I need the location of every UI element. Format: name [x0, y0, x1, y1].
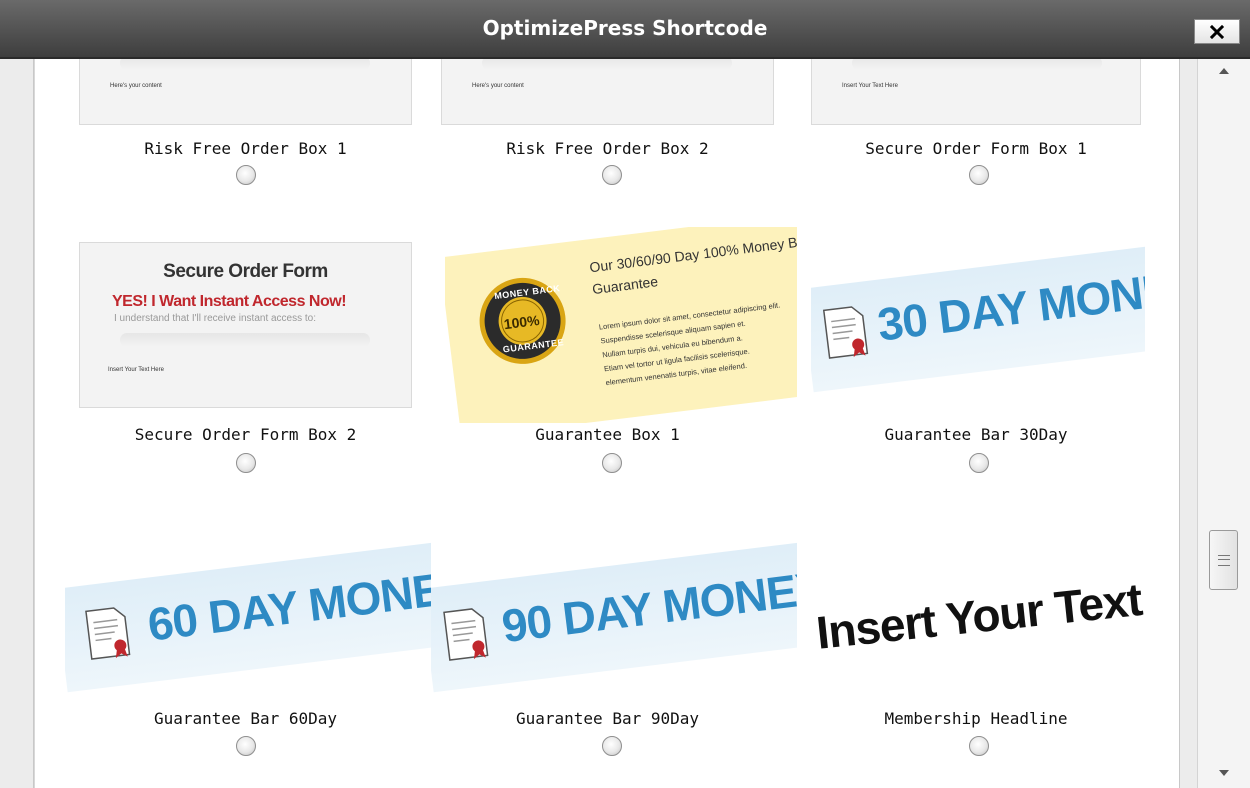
item-radio[interactable] — [969, 453, 989, 473]
certificate-icon — [443, 608, 489, 661]
item-preview[interactable]: 90 DAY MONEY BACK — [431, 519, 797, 694]
band-text: 30 DAY MONEY BACK — [874, 242, 1145, 351]
item-radio[interactable] — [602, 453, 622, 473]
item-radio[interactable] — [602, 165, 622, 185]
item-preview[interactable]: Secure Order Form YES! I Want Instant Ac… — [79, 242, 412, 408]
preview-text: Insert Your Text Here — [108, 367, 164, 373]
item-radio[interactable] — [236, 165, 256, 185]
arrow-up-icon — [1219, 68, 1229, 74]
dialog-left-border — [0, 59, 34, 788]
guarantee-body-text: Lorem ipsum dolor sit amet, consectetur … — [598, 298, 788, 390]
item-label: Secure Order Form Box 2 — [134, 425, 357, 444]
guarantee-band: 90 DAY MONEY BACK — [431, 540, 797, 693]
item-label: Guarantee Bar 90Day — [515, 709, 700, 728]
shortcode-gallery[interactable]: Here's your content Risk Free Order Box … — [34, 59, 1179, 788]
headline-text: Insert Your Text Here — [813, 561, 1145, 659]
money-back-seal-icon: MONEY BACK 100% GUARANTEE — [472, 271, 573, 376]
item-radio[interactable] — [969, 165, 989, 185]
item-label: Risk Free Order Box 1 — [144, 139, 347, 158]
item-radio[interactable] — [969, 736, 989, 756]
headline-band: Insert Your Text Here — [811, 559, 1145, 683]
band-text: 60 DAY MONEY BACK — [144, 542, 431, 651]
item-radio[interactable] — [236, 736, 256, 756]
item-preview[interactable]: Here's your content — [441, 59, 774, 125]
item-label: Membership Headline — [884, 709, 1068, 728]
preview-text: Here's your content — [110, 83, 162, 89]
preview-shadow — [120, 59, 370, 70]
item-preview[interactable]: Here's your content — [79, 59, 412, 125]
item-preview[interactable]: MONEY BACK 100% GUARANTEE Our 30/60/90 D… — [445, 227, 797, 423]
guarantee-band: 60 DAY MONEY BACK — [65, 540, 431, 693]
guarantee-card: MONEY BACK 100% GUARANTEE Our 30/60/90 D… — [445, 227, 797, 423]
close-button[interactable] — [1194, 19, 1240, 44]
item-preview[interactable]: Insert Your Text Here — [811, 59, 1141, 125]
gallery-item-risk-free-order-box-1: Here's your content Risk Free Order Box … — [35, 59, 412, 209]
dialog-title-bar: OptimizePress Shortcode — [0, 0, 1250, 59]
item-preview[interactable]: Insert Your Text Here — [811, 529, 1145, 689]
item-label: Risk Free Order Box 2 — [506, 139, 709, 158]
preview-text: Here's your content — [472, 83, 524, 89]
preview-title: Secure Order Form — [163, 261, 328, 282]
gallery-item-membership-headline: Insert Your Text Here Membership Headlin… — [35, 59, 1145, 756]
scroll-up-button[interactable] — [1216, 63, 1232, 79]
scroll-down-button[interactable] — [1216, 765, 1232, 781]
preview-shadow — [482, 59, 732, 70]
certificate-icon — [85, 607, 131, 660]
certificate-icon — [822, 306, 869, 359]
arrow-down-icon — [1219, 770, 1229, 776]
guarantee-band: 30 DAY MONEY BACK — [811, 242, 1145, 393]
item-label: Guarantee Bar 60Day — [153, 709, 338, 728]
preview-shadow — [852, 59, 1102, 70]
dialog-right-border — [1179, 59, 1197, 788]
scrollbar-thumb[interactable] — [1209, 530, 1238, 590]
vertical-scrollbar[interactable] — [1197, 59, 1250, 788]
preview-text: Insert Your Text Here — [842, 83, 898, 89]
preview-shadow — [120, 333, 370, 347]
guarantee-heading-line-2: Guarantee — [591, 273, 659, 298]
band-text: 90 DAY MONEY BACK — [498, 544, 797, 653]
item-preview[interactable]: 60 DAY MONEY BACK — [65, 519, 431, 694]
grip-icon — [1217, 554, 1230, 566]
preview-sub-text: I understand that I'll receive instant a… — [114, 313, 317, 324]
item-label: Guarantee Bar 30Day — [884, 425, 1068, 444]
guarantee-heading-line-1: Our 30/60/90 Day 100% Money Back — [588, 231, 797, 276]
close-icon — [1210, 24, 1224, 39]
dialog-title: OptimizePress Shortcode — [482, 16, 768, 40]
item-radio[interactable] — [602, 736, 622, 756]
item-radio[interactable] — [236, 453, 256, 473]
preview-yes-text: YES! I Want Instant Access Now! — [112, 293, 347, 310]
item-label: Guarantee Box 1 — [535, 425, 680, 444]
item-preview[interactable]: 30 DAY MONEY BACK — [811, 229, 1145, 399]
item-label: Secure Order Form Box 1 — [865, 139, 1087, 158]
